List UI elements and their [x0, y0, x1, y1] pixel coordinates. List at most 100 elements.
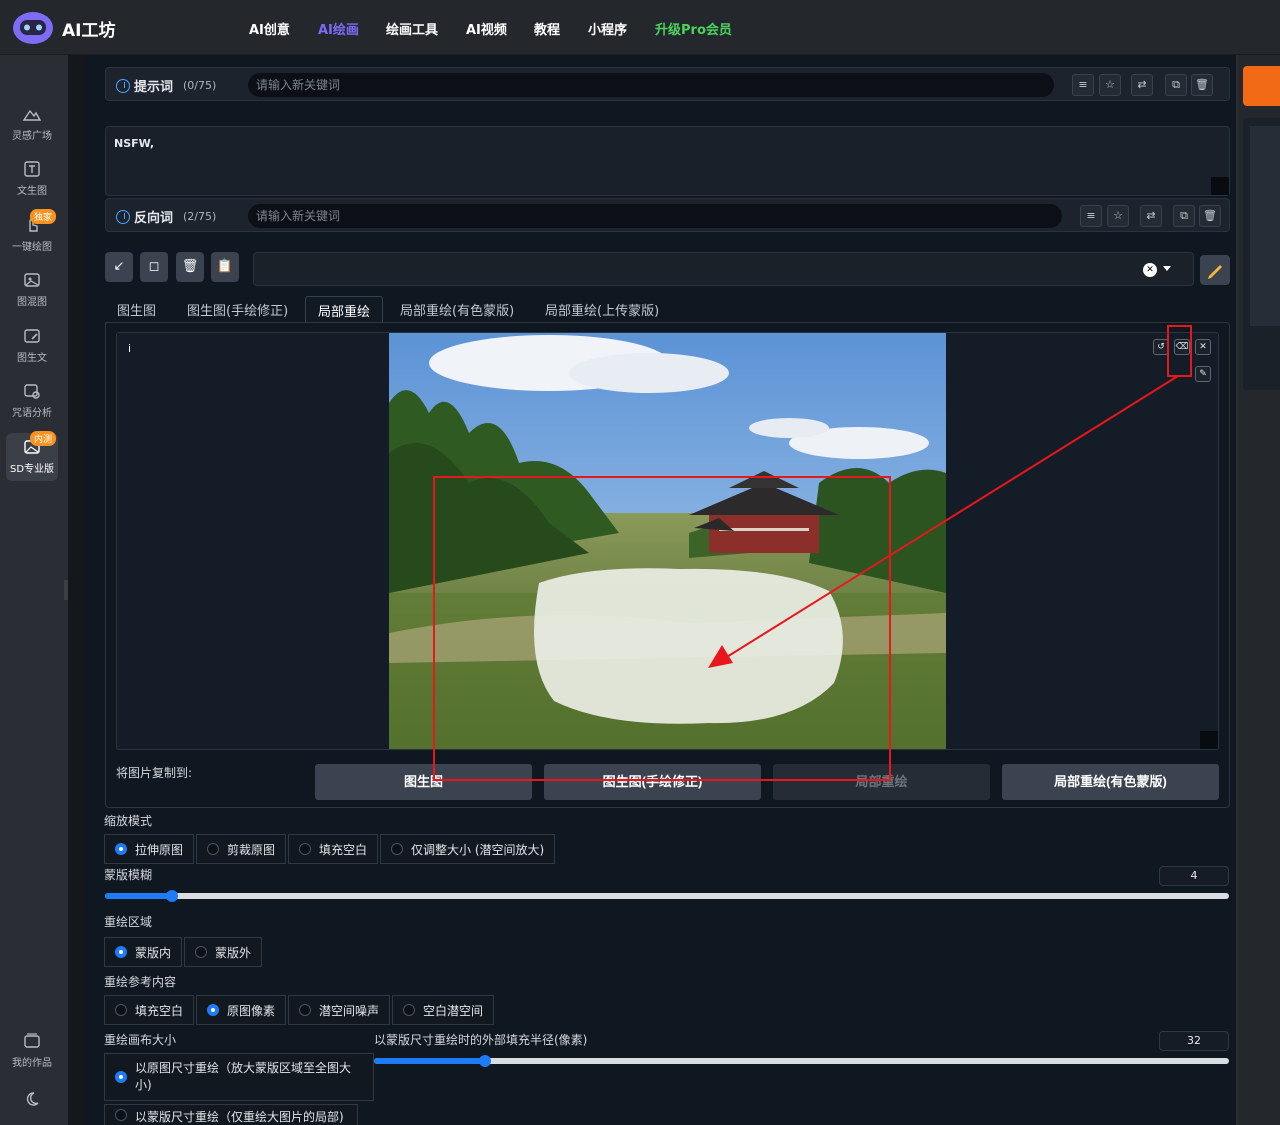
pencil-icon: [1208, 265, 1222, 279]
sidebar-item-label: 咒语分析: [12, 408, 52, 419]
chevron-down-icon[interactable]: [1163, 266, 1171, 271]
prompt-translate-icon[interactable]: ⇄: [1131, 74, 1153, 96]
copy-to-img2img-button[interactable]: 图生图: [315, 764, 532, 800]
sidebar-item-text-to-image[interactable]: 文生图: [6, 155, 58, 203]
image-edit-icon: [24, 329, 40, 343]
negative-prompt-row: 反向词 (2/75) ≡ ☆ ⇄ ⧉ 🗑: [105, 198, 1230, 232]
theme-toggle[interactable]: [6, 1085, 58, 1125]
prompt-textarea[interactable]: NSFW,: [105, 126, 1230, 196]
app-title[interactable]: AI工坊: [62, 16, 115, 41]
padding-slider[interactable]: [374, 1055, 1229, 1067]
negative-list-icon[interactable]: ≡: [1080, 205, 1102, 227]
close-icon[interactable]: ✕: [1143, 263, 1157, 277]
sidebar-item-prompt-analysis[interactable]: 咒语分析: [6, 377, 58, 425]
resize-option-stretch[interactable]: 拉伸原图: [104, 834, 195, 864]
style-select[interactable]: ✕: [253, 252, 1194, 286]
arrow-read-button[interactable]: ↙: [105, 252, 133, 282]
beta-badge: 内测: [29, 431, 56, 446]
inpaint-area-masked[interactable]: 蒙版内: [104, 937, 183, 967]
sidebar-item-image-to-text[interactable]: 图生文: [6, 322, 58, 370]
prompt-copy-icon[interactable]: ⧉: [1165, 74, 1187, 96]
sidebar-item-sd-pro[interactable]: SD专业版 内测: [6, 431, 58, 481]
masked-content-latent-noise[interactable]: 潜空间噪声: [288, 995, 391, 1025]
close-canvas-icon[interactable]: ✕: [1195, 339, 1211, 355]
sidebar-item-label: 文生图: [17, 186, 47, 197]
sidebar-item-label: 图生文: [17, 353, 47, 364]
resize-option-crop[interactable]: 剪裁原图: [196, 834, 287, 864]
sidebar-item-one-click[interactable]: 一键绘图 独家: [6, 209, 58, 259]
slider-fill: [105, 893, 173, 899]
copy-to-sketch-button[interactable]: 图生图(手绘修正): [544, 764, 761, 800]
mask-blur-slider[interactable]: [105, 890, 1229, 902]
negative-favorite-icon[interactable]: ☆: [1107, 205, 1129, 227]
inpaint-area-label: 重绘区域: [104, 915, 153, 929]
resize-option-latent[interactable]: 仅调整大小 (潜空间放大): [380, 834, 556, 864]
tab-inpaint-sketch[interactable]: 局部重绘(有色蒙版): [388, 296, 526, 323]
trash-button[interactable]: 🗑: [176, 252, 204, 282]
inpaint-size-masked[interactable]: 以蒙版尺寸重绘（仅重绘大图片的局部): [104, 1104, 358, 1125]
slider-fill: [374, 1058, 486, 1064]
negative-delete-icon[interactable]: 🗑: [1199, 205, 1221, 227]
prompt-list-icon[interactable]: ≡: [1072, 74, 1094, 96]
nav-mini-program[interactable]: 小程序: [588, 19, 627, 38]
mask-blur-value[interactable]: 4: [1159, 866, 1229, 886]
masked-content-latent-nothing[interactable]: 空白潜空间: [392, 995, 495, 1025]
prompt-favorite-icon[interactable]: ☆: [1099, 74, 1121, 96]
radio-indicator: [207, 1004, 220, 1016]
sidebar-item-image-mix[interactable]: 图混图: [6, 266, 58, 314]
radio-label: 剪裁原图: [227, 842, 276, 857]
brush-icon[interactable]: ✎: [1195, 366, 1211, 382]
resize-handle[interactable]: [1211, 177, 1229, 195]
radio-label: 蒙版内: [135, 945, 172, 960]
negative-translate-icon[interactable]: ⇄: [1140, 205, 1162, 227]
radio-indicator: [115, 843, 127, 855]
negative-keyword-input[interactable]: [248, 204, 1062, 228]
negative-count: (2/75): [183, 210, 217, 223]
generate-button[interactable]: [1243, 66, 1280, 106]
sidebar-item-my-works[interactable]: 我的作品: [6, 1027, 58, 1075]
nav-ai-painting[interactable]: AI绘画: [318, 19, 359, 38]
copy-to-inpaint-sketch-button[interactable]: 局部重绘(有色蒙版): [1002, 764, 1219, 800]
radio-indicator: [299, 843, 312, 855]
resize-option-fill[interactable]: 填充空白: [288, 834, 379, 864]
upload-circle-icon[interactable]: [116, 209, 130, 224]
tab-inpaint-upload[interactable]: 局部重绘(上传蒙版): [533, 296, 671, 323]
clipboard-button[interactable]: 📋: [211, 252, 239, 282]
image-search-icon: [24, 384, 40, 399]
inpaint-size-label: 重绘画布大小: [104, 1033, 177, 1047]
prompt-keyword-input[interactable]: [248, 73, 1054, 97]
undo-icon[interactable]: ↺: [1153, 339, 1169, 355]
nav-tutorial[interactable]: 教程: [534, 19, 560, 38]
padding-value[interactable]: 32: [1159, 1031, 1229, 1051]
radio-label: 仅调整大小 (潜空间放大): [411, 842, 545, 857]
canvas-resize-handle[interactable]: [1200, 731, 1218, 749]
info-icon[interactable]: i: [128, 342, 131, 355]
nav-ai-video[interactable]: AI视频: [466, 19, 507, 38]
radio-indicator: [115, 946, 127, 958]
eraser-icon[interactable]: ⌫: [1174, 339, 1190, 355]
nav-painting-tools[interactable]: 绘画工具: [386, 19, 438, 38]
resize-mode-label: 缩放模式: [104, 814, 153, 828]
sidebar-item-inspiration[interactable]: 灵感广场: [6, 100, 58, 148]
prompt-title: 提示词: [134, 80, 174, 95]
tab-inpaint[interactable]: 局部重绘: [305, 296, 384, 323]
tab-img2img[interactable]: 图生图: [105, 296, 168, 323]
robot-logo-icon[interactable]: [12, 8, 54, 46]
negative-copy-icon[interactable]: ⧉: [1173, 205, 1195, 227]
masked-content-fill[interactable]: 填充空白: [104, 995, 195, 1025]
landscape-photo[interactable]: [389, 333, 946, 749]
masked-content-original[interactable]: 原图像素: [196, 995, 287, 1025]
tab-img2img-sketch[interactable]: 图生图(手绘修正): [175, 296, 300, 323]
nav-upgrade-pro[interactable]: 升级Pro会员: [655, 19, 732, 38]
masked-content-group: 填充空白 原图像素 潜空间噪声 空白潜空间: [104, 995, 495, 1025]
download-circle-icon[interactable]: [116, 78, 130, 93]
exclusive-badge: 独家: [29, 209, 56, 224]
prompt-delete-icon[interactable]: 🗑: [1191, 74, 1213, 96]
right-panel-content: [1250, 126, 1280, 326]
radio-label: 以原图尺寸重绘（放大蒙版区域至全图大小): [135, 1061, 352, 1092]
inpaint-area-unmasked[interactable]: 蒙版外: [184, 937, 263, 967]
nav-ai-creative[interactable]: AI创意: [249, 19, 290, 38]
edit-style-button[interactable]: [1200, 255, 1230, 285]
clear-button[interactable]: ◻: [140, 252, 168, 282]
inpaint-size-whole[interactable]: 以原图尺寸重绘（放大蒙版区域至全图大小): [104, 1053, 374, 1101]
